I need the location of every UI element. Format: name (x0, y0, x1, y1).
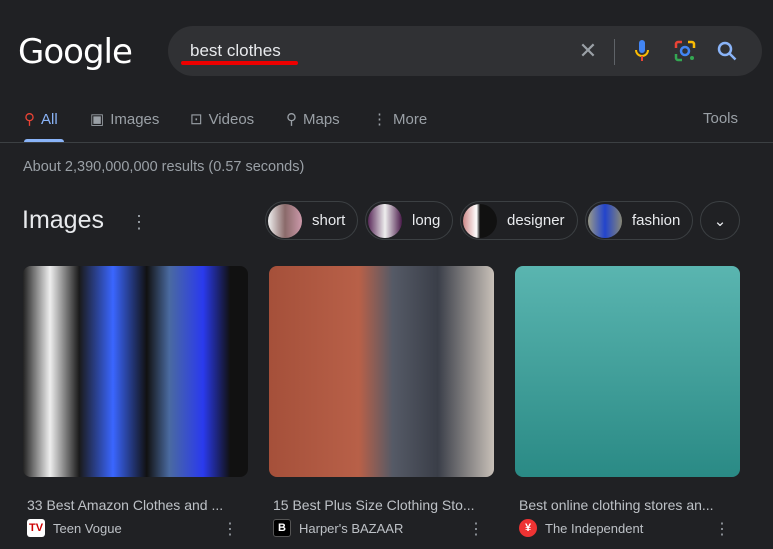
result-title[interactable]: 33 Best Amazon Clothes and ... (23, 497, 248, 513)
more-vert-icon[interactable]: ⋮ (468, 519, 484, 539)
result-source: The Independent (545, 520, 644, 536)
teen-vogue-favicon: TV (27, 519, 45, 537)
tab-label: More (393, 110, 428, 128)
divider (614, 39, 615, 65)
microphone-icon[interactable] (630, 38, 654, 64)
chip-short[interactable]: short (265, 201, 359, 240)
tab-videos[interactable]: ⊡ Videos (190, 110, 255, 129)
result-source: Harper's BAZAAR (299, 520, 404, 536)
search-tabs: ⚲ All ▣ Images ⊡ Videos ⚲ Maps ⋮ More Tools (0, 108, 773, 143)
result-title[interactable]: Best online clothing stores an... (515, 497, 740, 513)
tab-more[interactable]: ⋮ More (372, 110, 428, 129)
result-stats: About 2,390,000,000 results (0.57 second… (23, 159, 305, 175)
clear-icon[interactable]: ✕ (576, 38, 600, 63)
chevron-down-icon[interactable]: ⌄ (700, 201, 740, 240)
chip-thumbnail (268, 203, 302, 238)
image-icon: ▣ (90, 111, 105, 128)
chip-thumbnail (463, 203, 497, 238)
search-icon[interactable] (715, 39, 739, 63)
result-image[interactable] (269, 266, 494, 477)
more-vert-icon[interactable]: ⋮ (222, 519, 238, 539)
independent-favicon: ¥ (519, 519, 537, 537)
harpers-bazaar-favicon: B (273, 519, 291, 537)
chip-fashion[interactable]: fashion (585, 201, 694, 240)
result-image[interactable] (515, 266, 740, 477)
chip-label: designer (507, 212, 565, 229)
image-result[interactable]: Best online clothing stores an... ¥ The I… (515, 266, 740, 539)
more-vert-icon[interactable]: ⋮ (130, 212, 148, 233)
tab-label: Videos (208, 110, 255, 128)
tools-button[interactable]: Tools (703, 110, 738, 127)
chip-thumbnail (588, 203, 622, 238)
result-title[interactable]: 15 Best Plus Size Clothing Sto... (269, 497, 494, 513)
result-source: Teen Vogue (53, 520, 122, 536)
more-vert-icon: ⋮ (372, 111, 387, 128)
tab-label: Maps (303, 110, 340, 128)
tab-all[interactable]: ⚲ All (24, 110, 58, 129)
active-tab-indicator (24, 139, 64, 142)
chip-label: fashion (632, 212, 681, 229)
spellcheck-underline (181, 61, 298, 65)
pin-icon: ⚲ (286, 111, 297, 128)
search-input[interactable]: best clothes (190, 41, 281, 61)
chip-thumbnail (368, 203, 402, 238)
search-box[interactable]: best clothes ✕ (168, 26, 762, 76)
result-image[interactable] (23, 266, 248, 477)
google-logo[interactable]: Google (18, 32, 133, 72)
image-result[interactable]: 15 Best Plus Size Clothing Sto... B Harpe… (269, 266, 494, 539)
image-result[interactable]: 33 Best Amazon Clothes and ... TV Teen Vo… (23, 266, 248, 539)
chip-label: short (312, 212, 346, 229)
tab-label: All (41, 110, 58, 128)
images-heading: Images (22, 206, 104, 234)
tab-images[interactable]: ▣ Images (90, 110, 160, 129)
tab-maps[interactable]: ⚲ Maps (286, 110, 340, 129)
chip-designer[interactable]: designer (460, 201, 578, 240)
chip-long[interactable]: long (365, 201, 454, 240)
chip-label: long (412, 212, 441, 229)
more-vert-icon[interactable]: ⋮ (714, 519, 730, 539)
lens-icon[interactable] (673, 39, 697, 63)
tab-label: Images (110, 110, 160, 128)
play-icon: ⊡ (190, 111, 203, 128)
search-icon: ⚲ (24, 111, 35, 128)
